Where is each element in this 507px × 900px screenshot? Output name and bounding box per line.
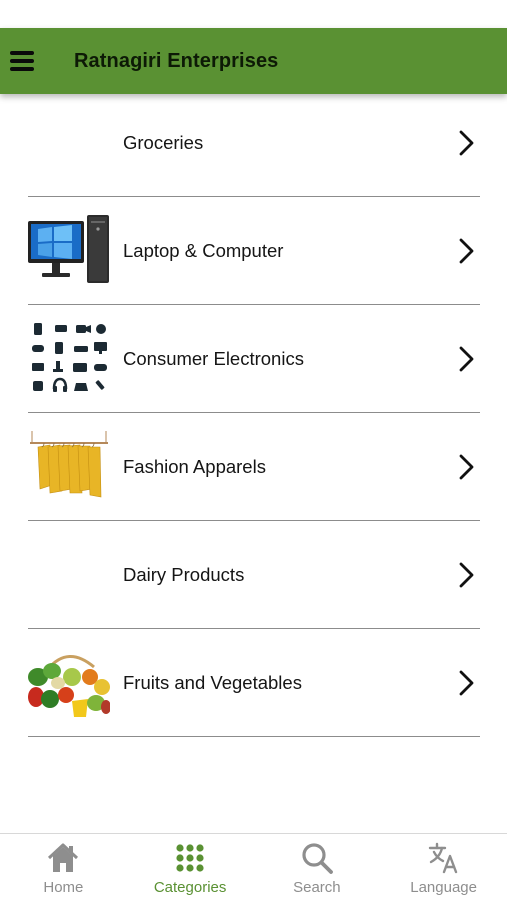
menu-icon-bar — [10, 67, 34, 71]
chevron-right-icon — [459, 238, 474, 263]
app-header: Ratnagiri Enterprises — [0, 28, 507, 94]
home-icon — [48, 843, 79, 872]
category-row-consumer-electronics[interactable]: Consumer Electronics — [28, 305, 480, 413]
menu-icon — [10, 51, 34, 55]
electronics-icon-grid-image — [32, 322, 107, 392]
category-image-placeholder — [28, 539, 110, 611]
category-row-fruits-vegetables[interactable]: Fruits and Vegetables — [28, 629, 480, 737]
fruit-basket-image — [28, 654, 110, 717]
app-title: Ratnagiri Enterprises — [74, 49, 279, 72]
tab-label: Categories — [153, 879, 227, 896]
category-label: Fruits and Vegetables — [123, 671, 302, 693]
category-label: Groceries — [123, 131, 204, 153]
tab-categories[interactable]: Categories — [127, 834, 254, 900]
chevron-right-icon — [459, 130, 474, 155]
chevron-right-icon — [459, 346, 474, 371]
category-row-laptop-computer[interactable]: Laptop & Computer — [28, 197, 480, 305]
bottom-tab-bar: Home Categories Search Language — [0, 833, 507, 900]
category-image-placeholder — [28, 107, 110, 179]
category-list: Groceries Laptop & Computer Consumer Ele… — [28, 89, 480, 737]
chevron-right-icon — [459, 670, 474, 695]
chevron-right-icon — [459, 454, 474, 479]
translate-icon — [428, 842, 457, 874]
tab-label: Search — [293, 879, 341, 896]
tab-search[interactable]: Search — [254, 834, 381, 900]
chevron-right-icon — [459, 562, 474, 587]
menu-icon-bar — [10, 59, 34, 63]
search-icon — [302, 843, 333, 874]
tab-label: Language — [410, 879, 477, 896]
tab-home[interactable]: Home — [0, 834, 127, 900]
category-row-fashion-apparels[interactable]: Fashion Apparels — [28, 413, 480, 521]
menu-button[interactable] — [10, 51, 34, 71]
grid-dots-icon — [176, 844, 204, 872]
tab-label: Home — [43, 879, 84, 896]
status-bar-area — [0, 0, 507, 28]
category-label: Dairy Products — [123, 563, 245, 585]
category-label: Laptop & Computer — [123, 239, 284, 261]
category-row-dairy-products[interactable]: Dairy Products — [28, 521, 480, 629]
category-row-groceries[interactable]: Groceries — [28, 89, 480, 197]
tab-language[interactable]: Language — [380, 834, 507, 900]
desktop-computer-image — [28, 214, 109, 283]
hanging-garments-image — [30, 430, 108, 497]
category-label: Consumer Electronics — [123, 347, 304, 369]
category-label: Fashion Apparels — [123, 455, 266, 477]
